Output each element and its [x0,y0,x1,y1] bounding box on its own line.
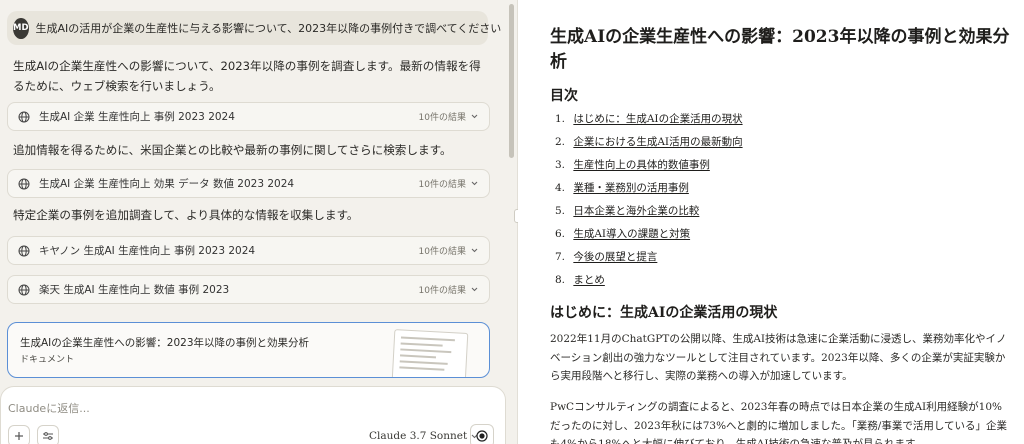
artifact-card[interactable]: 生成AIの企業生産性への影響：2023年以降の事例と効果分析 ドキュメント [7,322,490,378]
search-result-count: 10件の結果 [418,180,466,190]
toc-item: 1. はじめに：生成AIの企業活用の現状 [555,110,743,133]
body-paragraph: PwCコンサルティングの調査によると、2023年春の時点では日本企業の生成AI利… [550,401,1008,444]
toc-link[interactable]: まとめ [573,274,605,286]
sliders-icon [43,432,53,440]
search-query: 生成AI 企業 生産性向上 効果 データ 数値 2023 2024 [39,178,295,190]
record-icon [476,430,488,442]
toc-link[interactable]: 業種・業務別の活用事例 [573,182,689,194]
search-query: 生成AI 企業 生産性向上 事例 2023 2024 [39,111,235,123]
toc-item: 4. 業種・業務別の活用事例 [555,179,743,202]
chat-panel: MD 生成AIの活用が企業の生産性に与える影響について、2023年以降の事例付き… [0,0,517,444]
toc-link[interactable]: 日本企業と海外企業の比較 [573,205,699,217]
table-of-contents: 1. はじめに：生成AIの企業活用の現状 2. 企業における生成AI活用の最新動… [555,110,743,294]
globe-icon [18,111,30,123]
toc-link[interactable]: 生成AI導入の課題と対策 [573,228,690,240]
toc-link[interactable]: はじめに：生成AIの企業活用の現状 [573,113,742,125]
search-result-toggle[interactable]: 生成AI 企業 生産性向上 事例 2023 2024 10件の結果 [7,102,490,131]
toc-link[interactable]: 企業における生成AI活用の最新動向 [573,136,742,148]
toc-item: 8. まとめ [555,271,743,294]
plus-icon [15,432,23,440]
toc-number: 5. [555,205,566,217]
document-thumbnail [391,329,469,377]
reply-composer: Claudeに返信... Claude 3.7 Sonnet [0,386,506,444]
user-message-text: 生成AIの活用が企業の生産性に与える影響について、2023年以降の事例付きで調べ… [35,22,502,35]
toc-link[interactable]: 今後の展望と提言 [573,251,657,263]
toc-number: 3. [555,159,566,171]
artifact-card-title: 生成AIの企業生産性への影響：2023年以降の事例と効果分析 [20,337,310,349]
chevron-down-icon [470,179,479,188]
tools-button[interactable] [37,425,59,444]
toc-item: 2. 企業における生成AI活用の最新動向 [555,133,743,156]
add-attachment-button[interactable] [8,425,30,444]
section-heading: はじめに：生成AIの企業活用の現状 [550,305,778,321]
model-selector[interactable]: Claude 3.7 Sonnet [369,430,479,442]
globe-icon [18,178,30,190]
globe-icon [18,245,30,257]
chevron-down-icon [470,112,479,121]
search-result-toggle[interactable]: キヤノン 生成AI 生産性向上 事例 2023 2024 10件の結果 [7,236,490,265]
search-query: キヤノン 生成AI 生産性向上 事例 2023 2024 [39,245,256,257]
search-result-count: 10件の結果 [418,113,466,123]
artifact-card-type: ドキュメント [20,355,75,365]
assistant-text: 生成AIの企業生産性への影響について、2023年以降の事例を調査します。最新の情… [13,59,481,93]
assistant-text: 追加情報を得るために、米国企業との比較や最新の事例に関してさらに検索します。 [13,143,452,157]
document-title: 生成AIの企業生産性への影響：2023年以降の事例と効果分析 [550,27,1010,72]
body-paragraph: 2022年11月のChatGPTの公開以降、生成AI技術は急速に企業活動に浸透し… [550,333,1007,382]
search-result-count: 10件の結果 [418,247,466,257]
toc-item: 7. 今後の展望と提言 [555,248,743,271]
assistant-text: 特定企業の事例を追加調査して、より具体的な情報を収集します。 [13,208,359,222]
toc-link[interactable]: 生産性向上の具体的数値事例 [573,159,710,171]
toc-heading: 目次 [550,88,578,104]
toc-item: 6. 生成AI導入の課題と対策 [555,225,743,248]
toc-item: 3. 生産性向上の具体的数値事例 [555,156,743,179]
globe-icon [18,284,30,296]
toc-number: 7. [555,251,566,263]
artifact-panel: 生成AIの企業生産性への影響：2023年以降の事例と効果分析 目次 1. はじめ… [518,0,1024,444]
toc-number: 1. [555,113,566,125]
search-result-toggle[interactable]: 楽天 生成AI 生産性向上 数値 事例 2023 10件の結果 [7,275,490,304]
user-message: MD 生成AIの活用が企業の生産性に与える影響について、2023年以降の事例付き… [7,11,501,45]
search-query: 楽天 生成AI 生産性向上 数値 事例 2023 [39,284,230,296]
chat-scrollbar[interactable] [509,4,514,158]
reply-input[interactable]: Claudeに返信... [8,400,90,416]
chevron-down-icon [470,285,479,294]
model-name: Claude 3.7 Sonnet [369,430,468,442]
search-result-count: 10件の結果 [418,286,466,296]
toc-number: 2. [555,136,566,148]
avatar: MD [13,17,29,39]
record-button[interactable] [470,424,494,444]
toc-item: 5. 日本企業と海外企業の比較 [555,202,743,225]
chevron-down-icon [470,246,479,255]
toc-number: 6. [555,228,566,240]
toc-number: 8. [555,274,566,286]
toc-number: 4. [555,182,566,194]
search-result-toggle[interactable]: 生成AI 企業 生産性向上 効果 データ 数値 2023 2024 10件の結果 [7,169,490,198]
